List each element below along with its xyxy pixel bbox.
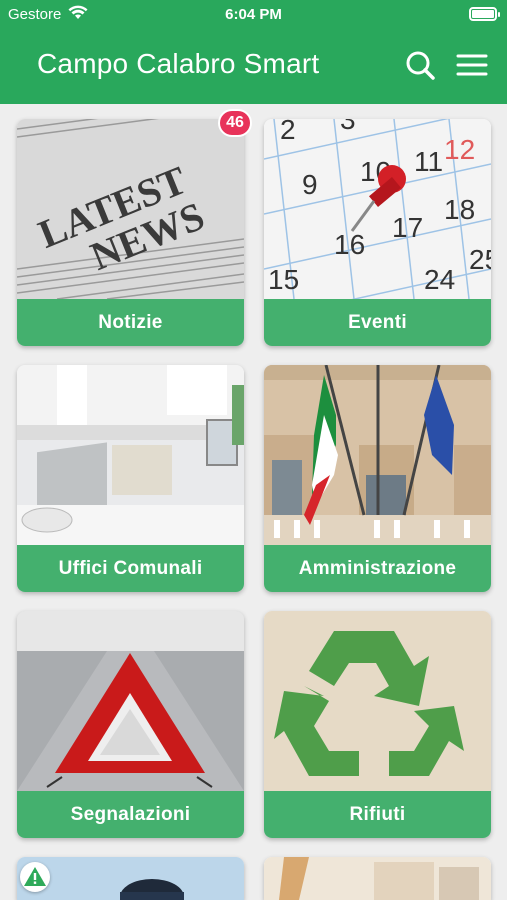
app-bar: Gestore 6:04 PM Campo Calabro Smart [0, 0, 507, 104]
street-image [264, 857, 491, 900]
tile-label: Amministrazione [264, 545, 491, 592]
flags-building-image [264, 365, 491, 545]
tile-partial-right[interactable] [264, 857, 491, 900]
menu-icon[interactable] [452, 46, 492, 86]
tile-label: Segnalazioni [17, 791, 244, 838]
tile-label: Uffici Comunali [17, 545, 244, 592]
tile-label: Notizie [17, 299, 244, 346]
warning-triangle-image [17, 611, 244, 791]
newspaper-image: LATEST NEWS [17, 119, 244, 299]
tile-label: Eventi [264, 299, 491, 346]
svg-text:11: 11 [414, 146, 443, 177]
status-bar: Gestore 6:04 PM [0, 0, 507, 30]
tile-eventi[interactable]: 23 91011 12 161718 152425 Eventi [264, 119, 491, 346]
svg-text:12: 12 [444, 134, 475, 165]
svg-text:3: 3 [340, 119, 356, 135]
svg-text:15: 15 [268, 264, 299, 295]
svg-text:25: 25 [469, 244, 491, 275]
tile-rifiuti[interactable]: Rifiuti [264, 611, 491, 838]
tile-segnalazioni[interactable]: Segnalazioni [17, 611, 244, 838]
svg-text:16: 16 [334, 229, 365, 260]
svg-text:9: 9 [302, 169, 318, 200]
svg-text:2: 2 [280, 119, 296, 145]
tile-partial-left[interactable] [17, 857, 244, 900]
tile-amministrazione[interactable]: Amministrazione [264, 365, 491, 592]
search-icon[interactable] [400, 46, 440, 86]
clock: 6:04 PM [225, 6, 282, 23]
calendar-image: 23 91011 12 161718 152425 [264, 119, 491, 299]
battery-icon [469, 7, 500, 21]
page-title: Campo Calabro Smart [37, 48, 320, 79]
svg-text:17: 17 [392, 212, 423, 243]
alert-icon [20, 862, 50, 892]
svg-text:18: 18 [444, 194, 475, 225]
svg-text:24: 24 [424, 264, 455, 295]
person-image [17, 857, 244, 900]
notification-badge: 46 [218, 109, 252, 137]
tile-uffici-comunali[interactable]: Uffici Comunali [17, 365, 244, 592]
recycle-image [264, 611, 491, 791]
office-image [17, 365, 244, 545]
tile-notizie[interactable]: LATEST NEWS Notizie 46 [17, 109, 252, 346]
tile-label: Rifiuti [264, 791, 491, 838]
